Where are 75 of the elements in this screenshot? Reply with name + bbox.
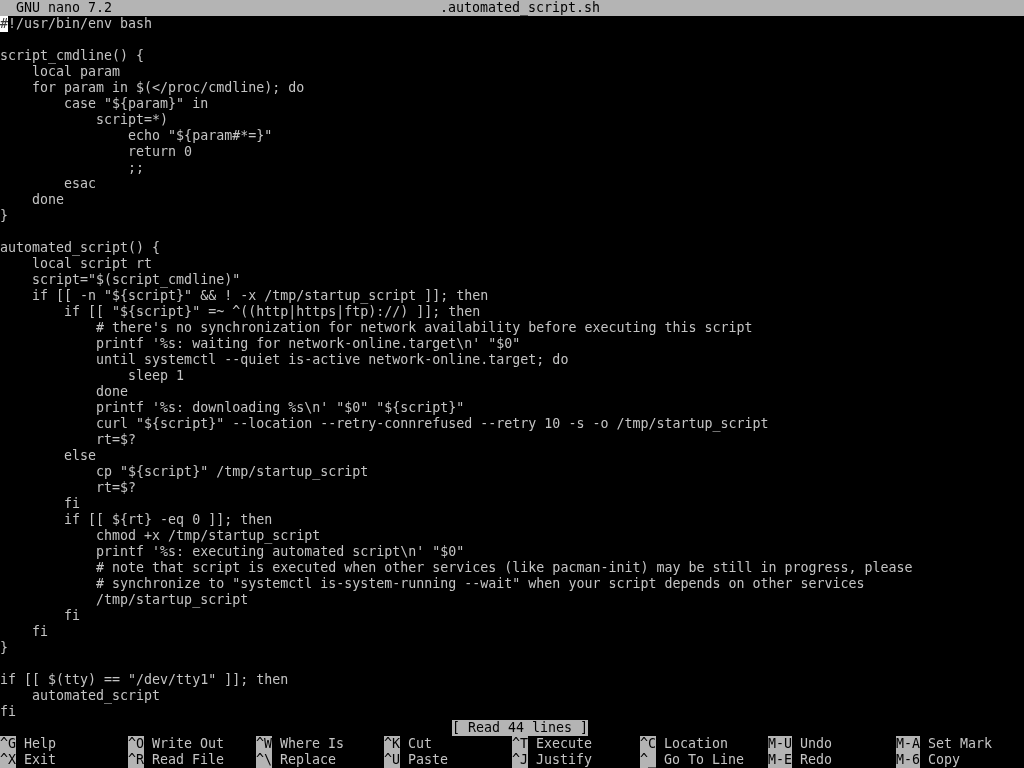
code-line: if [[ $(tty) == "/dev/tty1" ]]; then (0, 672, 289, 687)
shortcut-label: Write Out (152, 736, 225, 752)
code-line: sleep 1 (127, 368, 185, 383)
shortcut-label: Paste (408, 752, 449, 768)
code-line: local script rt (31, 256, 153, 271)
shortcut-key: ^C (640, 736, 656, 752)
shortcut-key: ^G (0, 736, 16, 752)
code-line: rt=$? (95, 480, 137, 495)
shortcut-key: ^_ (640, 752, 656, 768)
shortcut-label: Where Is (280, 736, 345, 752)
code-line: if [[ ${rt} -eq 0 ]]; then (63, 512, 273, 527)
code-line: script=*) (95, 112, 169, 127)
code-line: # note that script is executed when other services (like pacman-init) may be still in progress, please (95, 560, 913, 575)
shortcut-label: Execute (536, 736, 593, 752)
shortcut-key: ^W (256, 736, 272, 752)
shortcut-label: Exit (24, 752, 57, 768)
code-line: esac (63, 176, 97, 191)
shortcut-label: Redo (800, 752, 833, 768)
shortcut-key: ^J (512, 752, 528, 768)
code-line: rt=$? (95, 432, 137, 447)
shortcut-key: ^U (384, 752, 400, 768)
code-line: automated_script() { (0, 240, 161, 255)
code-line: fi (31, 624, 49, 639)
shortcut-label: Location (664, 736, 729, 752)
status-message: [ Read 44 lines ] (451, 720, 589, 736)
code-line: } (0, 640, 8, 655)
shortcut-label: Undo (800, 736, 833, 752)
code-line: # synchronize to "systemctl is-system-running --wait" when your script depends on other services (95, 576, 865, 591)
code-line: if [[ "${script}" =~ ^((http|https|ftp)://) ]]; then (63, 304, 481, 319)
code-line: done (31, 192, 65, 207)
shortcut-label: Cut (408, 736, 433, 752)
shortcut-label: Justify (536, 752, 593, 768)
shortcut-label: Go To Line (664, 752, 745, 768)
code-line: for param in $(</proc/cmdline); do (31, 80, 305, 95)
file-name: .automated_script.sh (439, 0, 601, 16)
code-line: /tmp/startup_script (95, 592, 249, 607)
code-line: script="$(script_cmdline)" (31, 272, 241, 287)
shortcut-key: ^K (384, 736, 400, 752)
app-version: GNU nano 7.2 (16, 0, 114, 16)
code-line: else (63, 448, 97, 463)
code-line: automated_script (31, 688, 161, 703)
code-line: cp "${script}" /tmp/startup_script (95, 464, 369, 479)
code-line: echo "${param#*=}" (127, 128, 273, 143)
code-line: chmod +x /tmp/startup_script (95, 528, 321, 543)
code-line: done (95, 384, 129, 399)
shortcut-key: ^R (128, 752, 144, 768)
code-line: curl "${script}" --location --retry-connrefused --retry 10 -s -o /tmp/startup_script (95, 416, 769, 431)
code-line: fi (0, 704, 16, 719)
code-line: fi (63, 608, 81, 623)
shortcut-key: ^\ (256, 752, 272, 768)
code-line: local param (31, 64, 121, 79)
shortcut-key: ^X (0, 752, 16, 768)
shortcut-label: Copy (928, 752, 961, 768)
shortcut-key: M-6 (896, 752, 921, 768)
shortcut-key: ^O (128, 736, 144, 752)
code-line: printf '%s: executing automated script\n' "$0" (95, 544, 465, 559)
shortcut-label: Read File (152, 752, 225, 768)
code-line: until systemctl --quiet is-active network-online.target; do (95, 352, 569, 367)
shortcut-key: M-A (896, 736, 921, 752)
shortcut-key: M-E (768, 752, 793, 768)
code-line: # there's no synchronization for network availability before executing this script (95, 320, 753, 335)
code-line: printf '%s: waiting for network-online.target\n' "$0" (95, 336, 521, 351)
code-line: script_cmdline() { (0, 48, 145, 63)
shortcut-label: Replace (280, 752, 337, 768)
code-line: return 0 (127, 144, 193, 159)
code-line: printf '%s: downloading %s\n' "$0" "${script}" (95, 400, 465, 415)
shortcut-key: M-U (768, 736, 793, 752)
code-line: fi (63, 496, 81, 511)
code-line: } (0, 208, 8, 223)
shortcut-label: Set Mark (928, 736, 993, 752)
code-line: case "${param}" in (63, 96, 209, 111)
shortcut-key: ^T (512, 736, 528, 752)
code-line: ;; (127, 160, 145, 175)
shortcut-label: Help (24, 736, 57, 752)
code-line: if [[ -n "${script}" && ! -x /tmp/startup_script ]]; then (31, 288, 489, 303)
